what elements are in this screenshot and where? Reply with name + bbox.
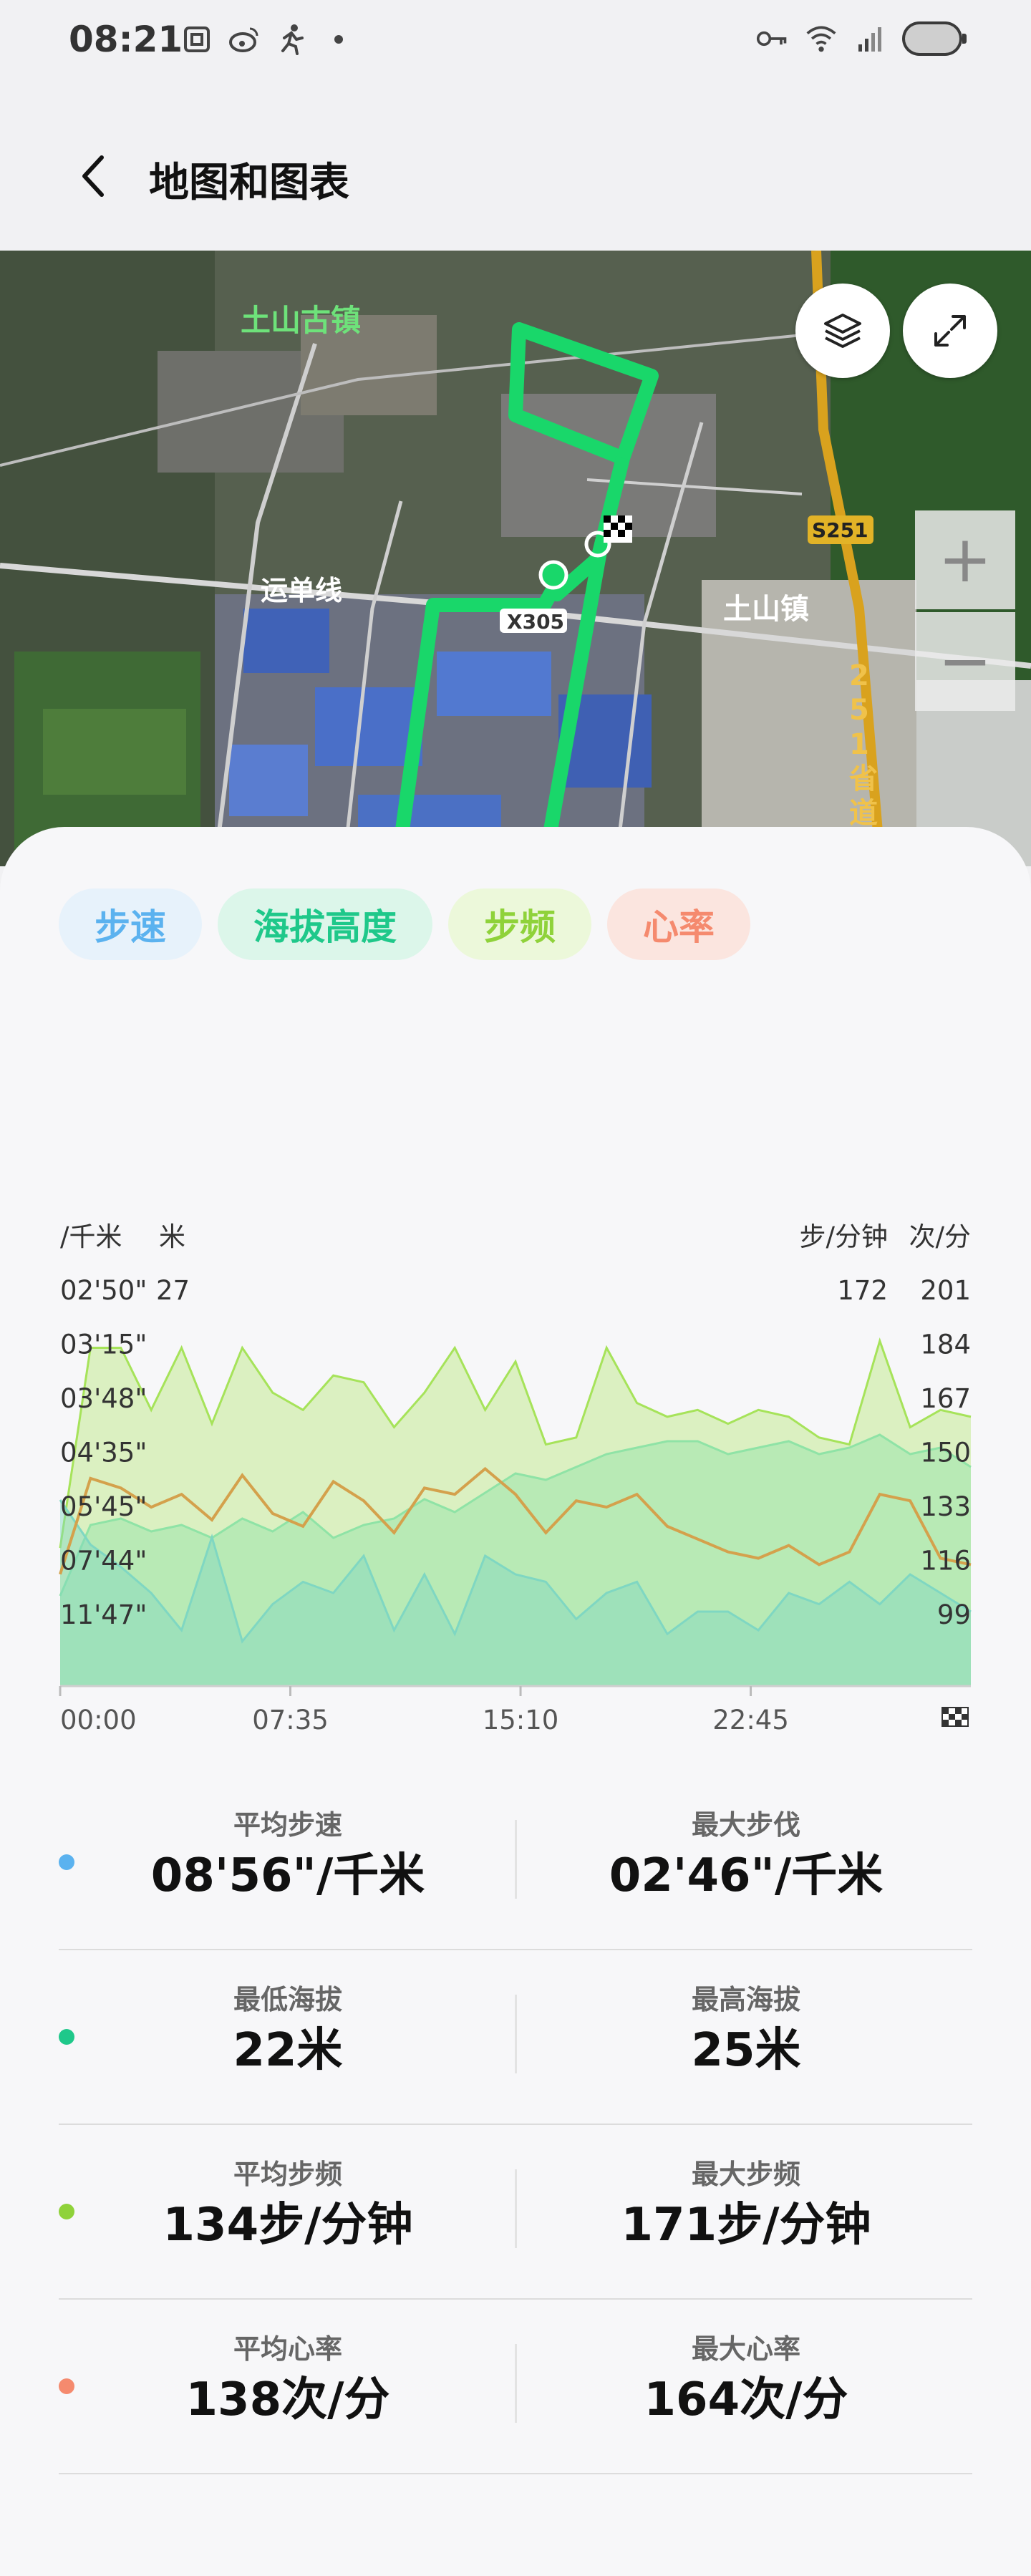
unit-heart-rate: 次/分 — [909, 1221, 971, 1252]
pace-tick-label: 11'47" — [60, 1599, 147, 1630]
heart-rate-tick-label: 184 — [920, 1330, 971, 1360]
map-label-road-b: X305 — [507, 610, 565, 634]
max-altitude-label: 最高海拔 — [691, 1984, 800, 2015]
pace-tick-label: 05'45" — [60, 1491, 147, 1522]
running-icon — [275, 23, 308, 56]
pace-tick-label: 02'50" — [60, 1275, 147, 1306]
stat-row-pace: 平均步速 08'56"/千米 最大步伐 02'46"/千米 — [59, 1776, 972, 1950]
zoom-out-button[interactable]: − — [915, 612, 1015, 711]
unit-altitude: 米 — [159, 1221, 185, 1252]
status-time: 08:21 — [69, 19, 183, 60]
tab-pace[interactable]: 步速 — [59, 888, 202, 960]
altitude-tick: 27 — [156, 1275, 190, 1306]
x-tick-label: 15:10 — [483, 1705, 559, 1735]
max-heart-rate-cell: 最大心率 164次/分 — [517, 2300, 975, 2473]
app-header: 地图和图表 — [0, 129, 1031, 222]
x-tick-label: 07:35 — [252, 1705, 329, 1735]
more-dot-icon — [322, 23, 355, 56]
plus-icon: + — [938, 522, 992, 597]
max-cadence-label: 最大步频 — [691, 2159, 800, 2190]
expand-icon — [934, 315, 966, 347]
max-cadence-cell: 最大步频 171步/分钟 — [517, 2125, 975, 2298]
max-pace-cell: 最大步伐 02'46"/千米 — [517, 1776, 975, 1949]
stats-list: 平均步速 08'56"/千米 最大步伐 02'46"/千米 最低海拔 22米 最… — [59, 1776, 972, 2474]
chart-svg: /千米 米 步/分钟 次/分 02'50" 03'15" 03'48" 04'35" 0… — [59, 1221, 972, 1735]
route-map[interactable]: 土山古镇 运单线 X305 S251 土山镇 251省道 + − — [0, 251, 1031, 866]
avg-cadence-cell: 平均步频 134步/分钟 — [59, 2125, 517, 2298]
map-label-road-c: S251 — [812, 518, 868, 542]
x-tick-label: 00:00 — [60, 1705, 137, 1735]
signal-icon — [853, 22, 886, 55]
min-altitude-value: 22米 — [233, 2024, 343, 2077]
chevron-left-icon — [82, 155, 104, 197]
tab-heart-rate[interactable]: 心率 — [607, 888, 750, 960]
heart-rate-tick-label: 133 — [920, 1491, 971, 1522]
screenshot-icon — [180, 23, 213, 56]
metric-tabs: 步速 海拔高度 步频 心率 — [59, 888, 750, 960]
min-altitude-cell: 最低海拔 22米 — [59, 1950, 517, 2124]
max-heart-rate-value: 164次/分 — [644, 2373, 848, 2426]
status-notification-icons — [180, 23, 355, 56]
stat-row-altitude: 最低海拔 22米 最高海拔 25米 — [59, 1950, 972, 2125]
heart-rate-tick-label: 201 — [920, 1275, 971, 1306]
map-label-road-d: 251省道 — [849, 659, 878, 830]
cadence-tick: 172 — [837, 1275, 888, 1306]
pace-tick-label: 03'15" — [60, 1330, 147, 1360]
avg-cadence-label: 平均步频 — [233, 2159, 342, 2190]
status-bar: 08:21 — [0, 0, 1031, 86]
minus-icon: − — [938, 624, 992, 699]
map-label-town-a: 土山古镇 — [241, 303, 362, 338]
pace-tick-label: 04'35" — [60, 1438, 147, 1468]
x-tick-label: 22:45 — [712, 1705, 789, 1735]
stat-row-heart-rate: 平均心率 138次/分 最大心率 164次/分 — [59, 2300, 972, 2474]
avg-heart-rate-value: 138次/分 — [185, 2373, 390, 2426]
heart-rate-tick-label: 99 — [937, 1599, 971, 1630]
unit-pace: /千米 — [60, 1221, 122, 1252]
avg-pace-label: 平均步速 — [233, 1809, 342, 1841]
max-pace-label: 最大步伐 — [691, 1809, 800, 1841]
max-cadence-value: 171步/分钟 — [621, 2199, 871, 2252]
heart-rate-tick-label: 116 — [920, 1546, 971, 1577]
max-heart-rate-label: 最大心率 — [691, 2333, 800, 2365]
finish-flag-icon — [942, 1707, 969, 1727]
battery-icon — [902, 21, 967, 56]
min-altitude-label: 最低海拔 — [233, 1984, 342, 2015]
unit-cadence: 步/分钟 — [800, 1221, 888, 1252]
back-button[interactable] — [64, 147, 122, 205]
tab-cadence[interactable]: 步频 — [448, 888, 591, 960]
heart-rate-tick-label: 150 — [920, 1438, 971, 1468]
map-label-road-a: 运单线 — [261, 575, 343, 606]
avg-heart-rate-label: 平均心率 — [233, 2333, 342, 2365]
heart-rate-tick-label: 167 — [920, 1383, 971, 1414]
max-altitude-value: 25米 — [691, 2024, 801, 2077]
pace-tick-label: 07'44" — [60, 1546, 147, 1577]
key-icon — [756, 22, 789, 55]
status-system-icons — [756, 21, 967, 56]
max-pace-value: 02'46"/千米 — [609, 1849, 884, 1902]
avg-pace-value: 08'56"/千米 — [150, 1849, 425, 1902]
stat-row-cadence: 平均步频 134步/分钟 最大步频 171步/分钟 — [59, 2125, 972, 2300]
map-label-town-b: 土山镇 — [723, 593, 809, 626]
zoom-in-button[interactable]: + — [915, 510, 1015, 609]
layers-icon — [824, 314, 861, 348]
avg-heart-rate-cell: 平均心率 138次/分 — [59, 2300, 517, 2473]
avg-cadence-value: 134步/分钟 — [163, 2199, 413, 2252]
wifi-icon — [805, 22, 838, 55]
tab-altitude[interactable]: 海拔高度 — [218, 888, 432, 960]
max-altitude-cell: 最高海拔 25米 — [517, 1950, 975, 2124]
metrics-chart[interactable]: /千米 米 步/分钟 次/分 02'50" 03'15" 03'48" 04'35" 0… — [0, 1099, 1031, 1772]
layers-button[interactable] — [795, 284, 890, 378]
data-sheet: 步速 海拔高度 步频 心率 /千米 米 步/分钟 次/分 02'50" 03'15… — [0, 827, 1031, 2576]
page-title: 地图和图表 — [149, 160, 349, 206]
fullscreen-button[interactable] — [903, 284, 997, 378]
avg-pace-cell: 平均步速 08'56"/千米 — [59, 1776, 517, 1949]
weibo-icon — [228, 23, 261, 56]
pace-tick-label: 03'48" — [60, 1383, 147, 1414]
